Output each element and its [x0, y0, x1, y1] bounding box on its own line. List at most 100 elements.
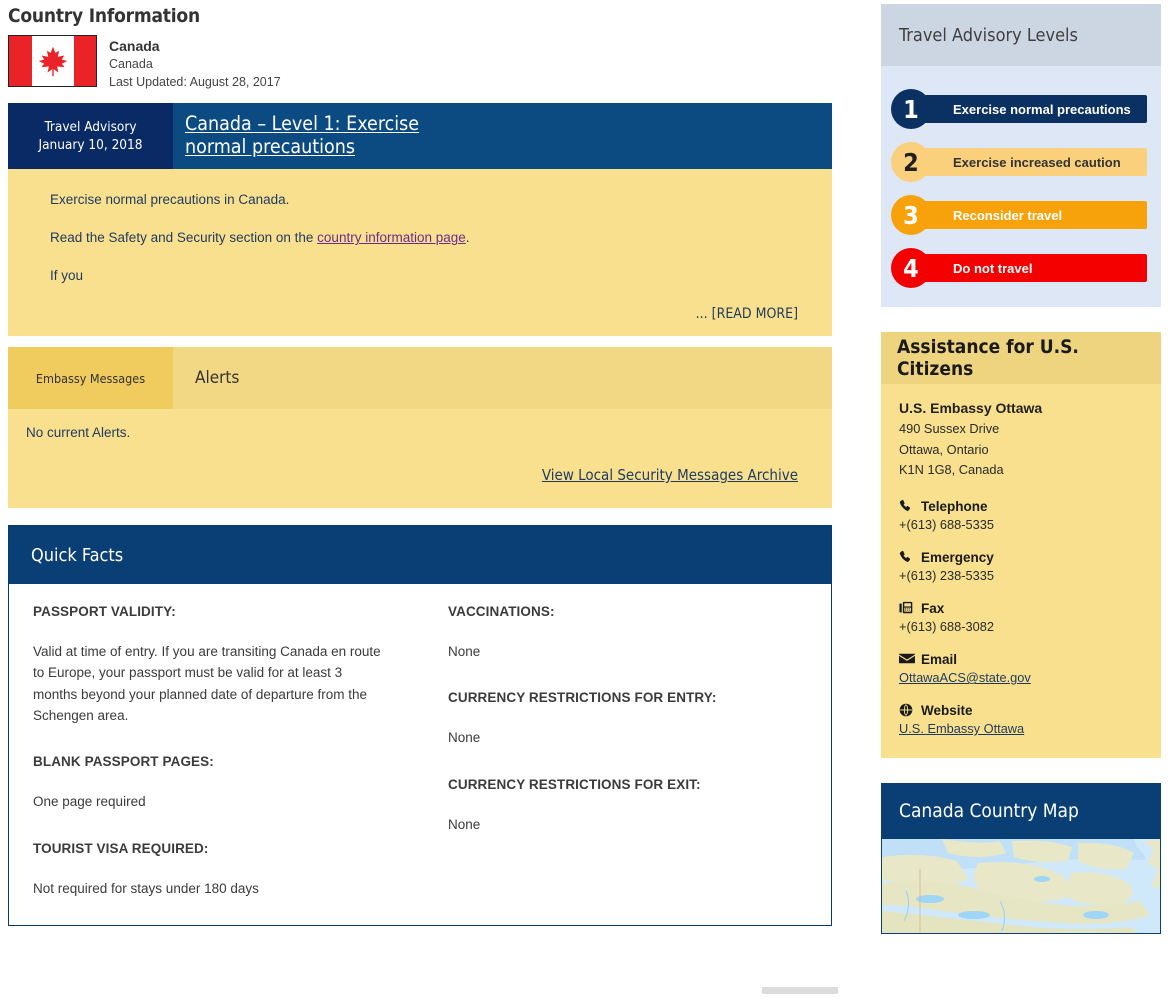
tab-embassy-messages[interactable]: Embassy Messages	[8, 347, 173, 409]
address-line: 490 Sussex Drive	[899, 421, 1000, 436]
advisory-title-block: Canada – Level 1: Exercise normal precau…	[173, 103, 832, 170]
advisory-label-text: Travel Advisory	[44, 118, 137, 135]
contact-label-text: Email	[921, 652, 958, 668]
contact-value: +(613) 688-3082	[899, 619, 994, 635]
main-content-column: Country Information Canada Canada Last U…	[8, 0, 832, 926]
contact-value-link[interactable]: U.S. Embassy Ottawa	[899, 721, 1145, 736]
fact-term: CURRENCY RESTRICTIONS FOR ENTRY:	[448, 690, 717, 706]
canada-flag-icon	[8, 34, 97, 87]
fact-term: TOURIST VISA REQUIRED:	[33, 840, 209, 856]
fact-term: VACCINATIONS:	[448, 604, 555, 619]
country-subtitle: Canada	[109, 57, 153, 72]
read-more-link[interactable]: ... [READ MORE]	[50, 306, 798, 322]
country-meta: Canada Canada Last Updated: August 28, 2…	[109, 35, 281, 91]
alerts-tabs: Embassy Messages Alerts	[8, 347, 832, 409]
advisory-paragraph-2: If you	[50, 268, 84, 284]
phone-icon	[899, 499, 914, 514]
tab-alerts[interactable]: Alerts	[173, 347, 832, 409]
last-updated: Last Updated: August 28, 2017	[109, 75, 281, 90]
map-graphic	[882, 839, 1160, 934]
flag-right-band	[73, 35, 96, 86]
advisory-paragraph-1: Exercise normal precautions in Canada.	[50, 192, 290, 208]
quick-facts-panel: Quick Facts PASSPORT VALIDITY: Valid at …	[8, 525, 832, 926]
fact-value: None	[448, 816, 481, 832]
advisory-level-label: Reconsider travel	[953, 207, 1063, 223]
advisory-level-row: Exercise increased caution 2	[891, 142, 1153, 182]
security-line-prefix: Read the Safety and Security section on …	[50, 230, 318, 246]
contact-label-text: Fax	[921, 601, 945, 617]
fact-value: None	[448, 730, 481, 746]
assistance-panel: Assistance for U.S. Citizens U.S. Embass…	[881, 332, 1161, 759]
archive-link-row: View Local Security Messages Archive	[26, 466, 798, 484]
advisory-level-label: Do not travel	[953, 260, 1033, 276]
quick-facts-right-column: VACCINATIONS: None CURRENCY RESTRICTIONS…	[420, 604, 817, 899]
advisory-level-number: 1	[891, 89, 931, 129]
country-information-page: Country Information Canada Canada Last U…	[0, 0, 1169, 998]
address-line: K1N 1G8, Canada	[899, 462, 1004, 478]
contact-group: Website U.S. Embassy Ottawa	[899, 703, 1145, 736]
phone-icon	[899, 550, 914, 565]
view-local-security-messages-archive-link[interactable]: View Local Security Messages Archive	[542, 466, 798, 484]
contact-label: Emergency	[899, 550, 1145, 565]
travel-advisory-banner: Travel Advisory January 10, 2018 Canada …	[8, 103, 832, 170]
fax-icon	[899, 601, 914, 616]
maple-leaf-icon	[38, 46, 67, 77]
advisory-title-link[interactable]: Canada – Level 1: Exercise normal precau…	[185, 112, 485, 158]
country-map-panel: Canada Country Map	[881, 783, 1161, 935]
contact-label-text: Website	[921, 703, 973, 719]
fact-value: Valid at time of entry. If you are trans…	[33, 644, 381, 723]
advisory-security-line: Read the Safety and Security section on …	[50, 229, 798, 248]
advisory-level-number: 2	[891, 142, 931, 182]
advisory-body: Exercise normal precautions in Canada. R…	[8, 169, 832, 336]
advisory-level-row: Reconsider travel 3	[891, 195, 1153, 235]
contact-value-link[interactable]: OttawaACS@state.gov	[899, 670, 1145, 685]
advisory-level-number: 4	[891, 248, 931, 288]
advisory-level-bar: Exercise increased caution	[909, 148, 1147, 176]
advisory-level-row: Exercise normal precautions 1	[891, 89, 1153, 129]
alerts-empty-text: No current Alerts.	[26, 425, 131, 440]
contact-group: Email OttawaACS@state.gov	[899, 652, 1145, 685]
advisory-label-block: Travel Advisory January 10, 2018	[8, 103, 173, 170]
levels-list: Exercise normal precautions 1 Exercise inc…	[881, 66, 1161, 288]
contact-group: Fax +(613) 688-3082	[899, 601, 1145, 634]
travel-advisory-levels-panel: Travel Advisory Levels Exercise normal p…	[881, 4, 1161, 307]
page-footer-placeholder	[762, 987, 838, 994]
alerts-block: Embassy Messages Alerts No current Alert…	[8, 347, 832, 508]
contact-group: Emergency +(613) 238-5335	[899, 550, 1145, 583]
quick-facts-body: PASSPORT VALIDITY: Valid at time of entr…	[9, 584, 831, 925]
contact-label: Website	[899, 703, 1145, 718]
quick-facts-heading: Quick Facts	[9, 526, 831, 584]
fact-term: BLANK PASSPORT PAGES:	[33, 754, 214, 770]
contacts-list: Telephone +(613) 688-5335 Emergency +(613) …	[899, 499, 1145, 736]
contact-group: Telephone +(613) 688-5335	[899, 499, 1145, 532]
envelope-icon	[899, 652, 915, 667]
quick-facts-left-column: PASSPORT VALIDITY: Valid at time of entr…	[23, 604, 420, 899]
alerts-body: No current Alerts. View Local Security M…	[8, 409, 832, 508]
advisory-level-bar: Reconsider travel	[909, 201, 1147, 229]
advisory-date: January 10, 2018	[38, 137, 143, 154]
contact-label-text: Telephone	[921, 499, 988, 515]
sidebar-column: Travel Advisory Levels Exercise normal p…	[881, 4, 1161, 935]
advisory-level-label: Exercise normal precautions	[953, 101, 1131, 117]
fact-value: Not required for stays under 180 days	[33, 880, 259, 896]
assistance-body: U.S. Embassy Ottawa 490 Sussex Drive Ott…	[881, 384, 1161, 736]
page-title: Country Information	[8, 5, 200, 27]
globe-icon	[899, 703, 914, 718]
contact-label-text: Emergency	[921, 550, 994, 566]
flag-left-band	[9, 35, 32, 86]
canada-country-map[interactable]	[881, 839, 1161, 935]
advisory-level-row: Do not travel 4	[891, 248, 1153, 288]
fact-value: None	[448, 644, 481, 659]
fact-value: One page required	[33, 794, 146, 810]
contact-label: Telephone	[899, 499, 1145, 514]
country-information-page-link[interactable]: country information page	[317, 230, 466, 245]
advisory-level-bar: Do not travel	[909, 254, 1147, 282]
contact-value: +(613) 688-5335	[899, 517, 994, 533]
fact-term: PASSPORT VALIDITY:	[33, 604, 176, 619]
contact-label: Email	[899, 652, 1145, 667]
assistance-heading: Assistance for U.S. Citizens	[881, 332, 1161, 384]
advisory-level-bar: Exercise normal precautions	[909, 95, 1147, 123]
advisory-level-label: Exercise increased caution	[953, 154, 1121, 170]
country-name: Canada	[109, 37, 160, 54]
contact-label: Fax	[899, 601, 1145, 616]
